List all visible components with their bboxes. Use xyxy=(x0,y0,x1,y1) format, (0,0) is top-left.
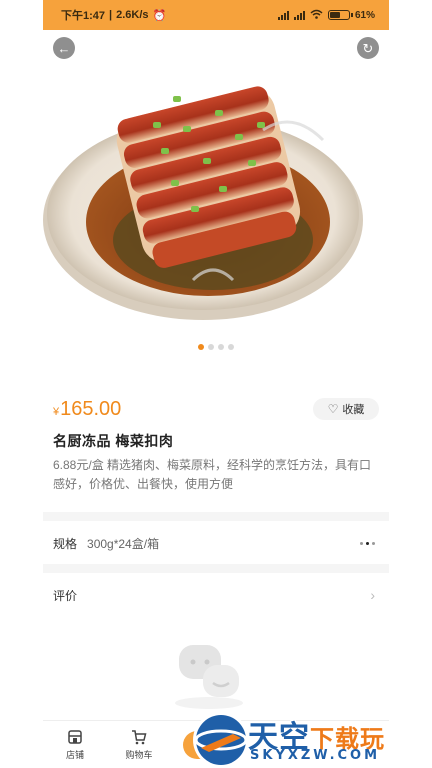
spec-label: 规格 xyxy=(53,536,78,551)
watermark-domain: SKYXZW.COM xyxy=(250,748,381,763)
product-image xyxy=(43,86,363,320)
section-divider xyxy=(43,512,389,521)
tab-cart[interactable]: 购物车 xyxy=(107,729,171,761)
signal-icon-2 xyxy=(293,10,305,20)
spec-value: 300g*24盒/箱 xyxy=(87,536,160,551)
more-icon xyxy=(360,541,375,545)
wifi-icon xyxy=(310,9,323,22)
share-icon: ↻ xyxy=(362,40,374,56)
tab-shop-label: 店铺 xyxy=(65,749,84,760)
product-detail-page: 下午1:47 | 2.6K/s ⏰ 61% ← ↻ ¥ 165.00 ♡ 收藏 … xyxy=(43,0,389,768)
empty-reviews-illustration xyxy=(175,645,243,709)
cart-icon xyxy=(131,729,147,745)
price-value: 165.00 xyxy=(60,397,122,420)
carousel-dot[interactable] xyxy=(228,344,234,350)
back-button[interactable]: ← xyxy=(53,37,75,59)
status-network-speed: 2.6K/s xyxy=(116,9,149,21)
signal-icon xyxy=(277,10,289,20)
tab-cart-label: 购物车 xyxy=(125,749,153,760)
alarm-icon: ⏰ xyxy=(152,9,167,22)
reviews-label: 评价 xyxy=(53,588,78,603)
reviews-row[interactable]: 评价 › xyxy=(43,578,389,612)
battery-percent: 61% xyxy=(354,9,375,21)
carousel-dot[interactable] xyxy=(218,344,224,350)
carousel-dot[interactable] xyxy=(198,344,204,350)
carousel-indicator xyxy=(43,344,389,350)
tab-shop[interactable]: 店铺 xyxy=(43,729,107,761)
battery-icon xyxy=(327,10,353,20)
favorite-label: 收藏 xyxy=(342,404,365,416)
section-divider xyxy=(43,564,389,573)
status-time: 下午1:47 xyxy=(61,10,106,22)
arrow-left-icon: ← xyxy=(57,40,71,56)
heart-icon: ♡ xyxy=(327,402,339,416)
currency-symbol: ¥ xyxy=(53,405,60,418)
store-icon xyxy=(67,729,83,745)
carousel-dot[interactable] xyxy=(208,344,214,350)
spec-row[interactable]: 规格 300g*24盒/箱 xyxy=(43,525,389,561)
product-description: 6.88元/盒 精选猪肉、梅菜原料，经科学的烹饪方法，具有口感好，价格优、出餐快… xyxy=(53,458,372,491)
product-image-carousel[interactable]: ← ↻ xyxy=(43,30,389,362)
product-price: ¥ 165.00 xyxy=(53,398,121,421)
product-title: 名厨冻品 梅菜扣肉 xyxy=(53,433,174,449)
favorite-button[interactable]: ♡ 收藏 xyxy=(313,398,379,420)
chevron-right-icon: › xyxy=(370,587,375,603)
status-bar: 下午1:47 | 2.6K/s ⏰ 61% xyxy=(43,0,389,30)
share-button[interactable]: ↻ xyxy=(357,37,379,59)
